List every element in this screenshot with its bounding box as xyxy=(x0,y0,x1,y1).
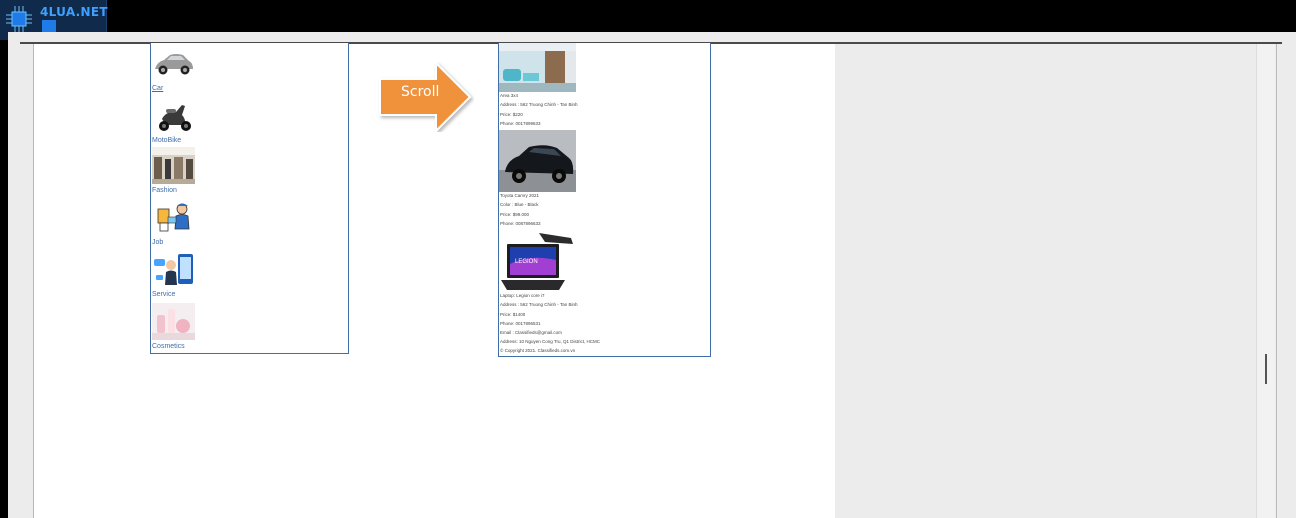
category-label[interactable]: Cosmetics xyxy=(152,343,272,351)
worker-icon xyxy=(152,199,195,236)
footer-address: Address: 10 Nguyen Cong Tru, Q1 District… xyxy=(500,339,601,344)
listing-phone: Phone: 0017899633 xyxy=(500,121,541,126)
listing-phone: Phone: 0087896633 xyxy=(500,221,541,226)
cosmetics-icon xyxy=(152,303,195,340)
category-cosmetics[interactable]: Cosmetics xyxy=(152,303,272,351)
listing-price: Price: $1400 xyxy=(500,312,526,317)
window-edge xyxy=(1276,44,1277,518)
scrollbar-track[interactable] xyxy=(1256,44,1275,518)
category-label[interactable]: Car xyxy=(152,85,272,93)
top-bar xyxy=(0,0,1296,32)
listing-title[interactable]: Toyota Camry 2021 xyxy=(500,193,539,199)
listings-panel: Area 3x4 Address : 562 Truong Chinh - Ta… xyxy=(498,43,711,357)
support-icon xyxy=(152,251,195,288)
scroll-label: Scroll xyxy=(401,84,440,100)
store-icon xyxy=(152,147,195,184)
category-service[interactable]: Service xyxy=(152,251,272,299)
car-photo[interactable] xyxy=(499,130,576,192)
svg-text:LEGION: LEGION xyxy=(515,259,538,265)
listing-color: Color : Blue - Black xyxy=(500,202,539,207)
category-label[interactable]: Job xyxy=(152,239,272,247)
category-label[interactable]: Service xyxy=(152,291,272,299)
category-job[interactable]: Job xyxy=(152,199,272,247)
category-label[interactable]: MotoBike xyxy=(152,137,272,145)
category-fashion[interactable]: Fashion xyxy=(152,147,272,195)
room-photo[interactable] xyxy=(499,43,576,92)
laptop-photo[interactable]: LEGION xyxy=(499,230,576,293)
listing-address: Address : 562 Truong Chinh - Tan Binh xyxy=(500,302,578,307)
category-car[interactable]: Car xyxy=(152,45,272,93)
listing-price: Price: $220 xyxy=(500,112,523,117)
listing-title[interactable]: Laptop: Legion core i7 xyxy=(500,293,545,299)
watermark-text: 4LUA.NET xyxy=(40,5,108,19)
car-icon xyxy=(152,45,195,82)
category-panel: Car MotoBike Fashion Job Service Cosmeti… xyxy=(150,43,349,354)
listing-price: Price: $99.000 xyxy=(500,212,530,217)
scrollbar-thumb[interactable] xyxy=(1265,354,1267,384)
category-motobike[interactable]: MotoBike xyxy=(152,97,272,145)
listing-address: Address : 562 Truong Chinh - Tan Binh xyxy=(500,102,578,107)
listing-phone: Phone: 0017896531 xyxy=(500,321,541,326)
listing-title[interactable]: Area 3x4 xyxy=(500,93,518,99)
chip-icon xyxy=(6,6,32,32)
scooter-icon xyxy=(152,97,195,134)
footer-copyright: © Copyright 2021. Classifieds.com.vn xyxy=(500,348,576,353)
footer-email: Email : Classifieds@gmail.com xyxy=(500,330,562,335)
category-label[interactable]: Fashion xyxy=(152,187,272,195)
